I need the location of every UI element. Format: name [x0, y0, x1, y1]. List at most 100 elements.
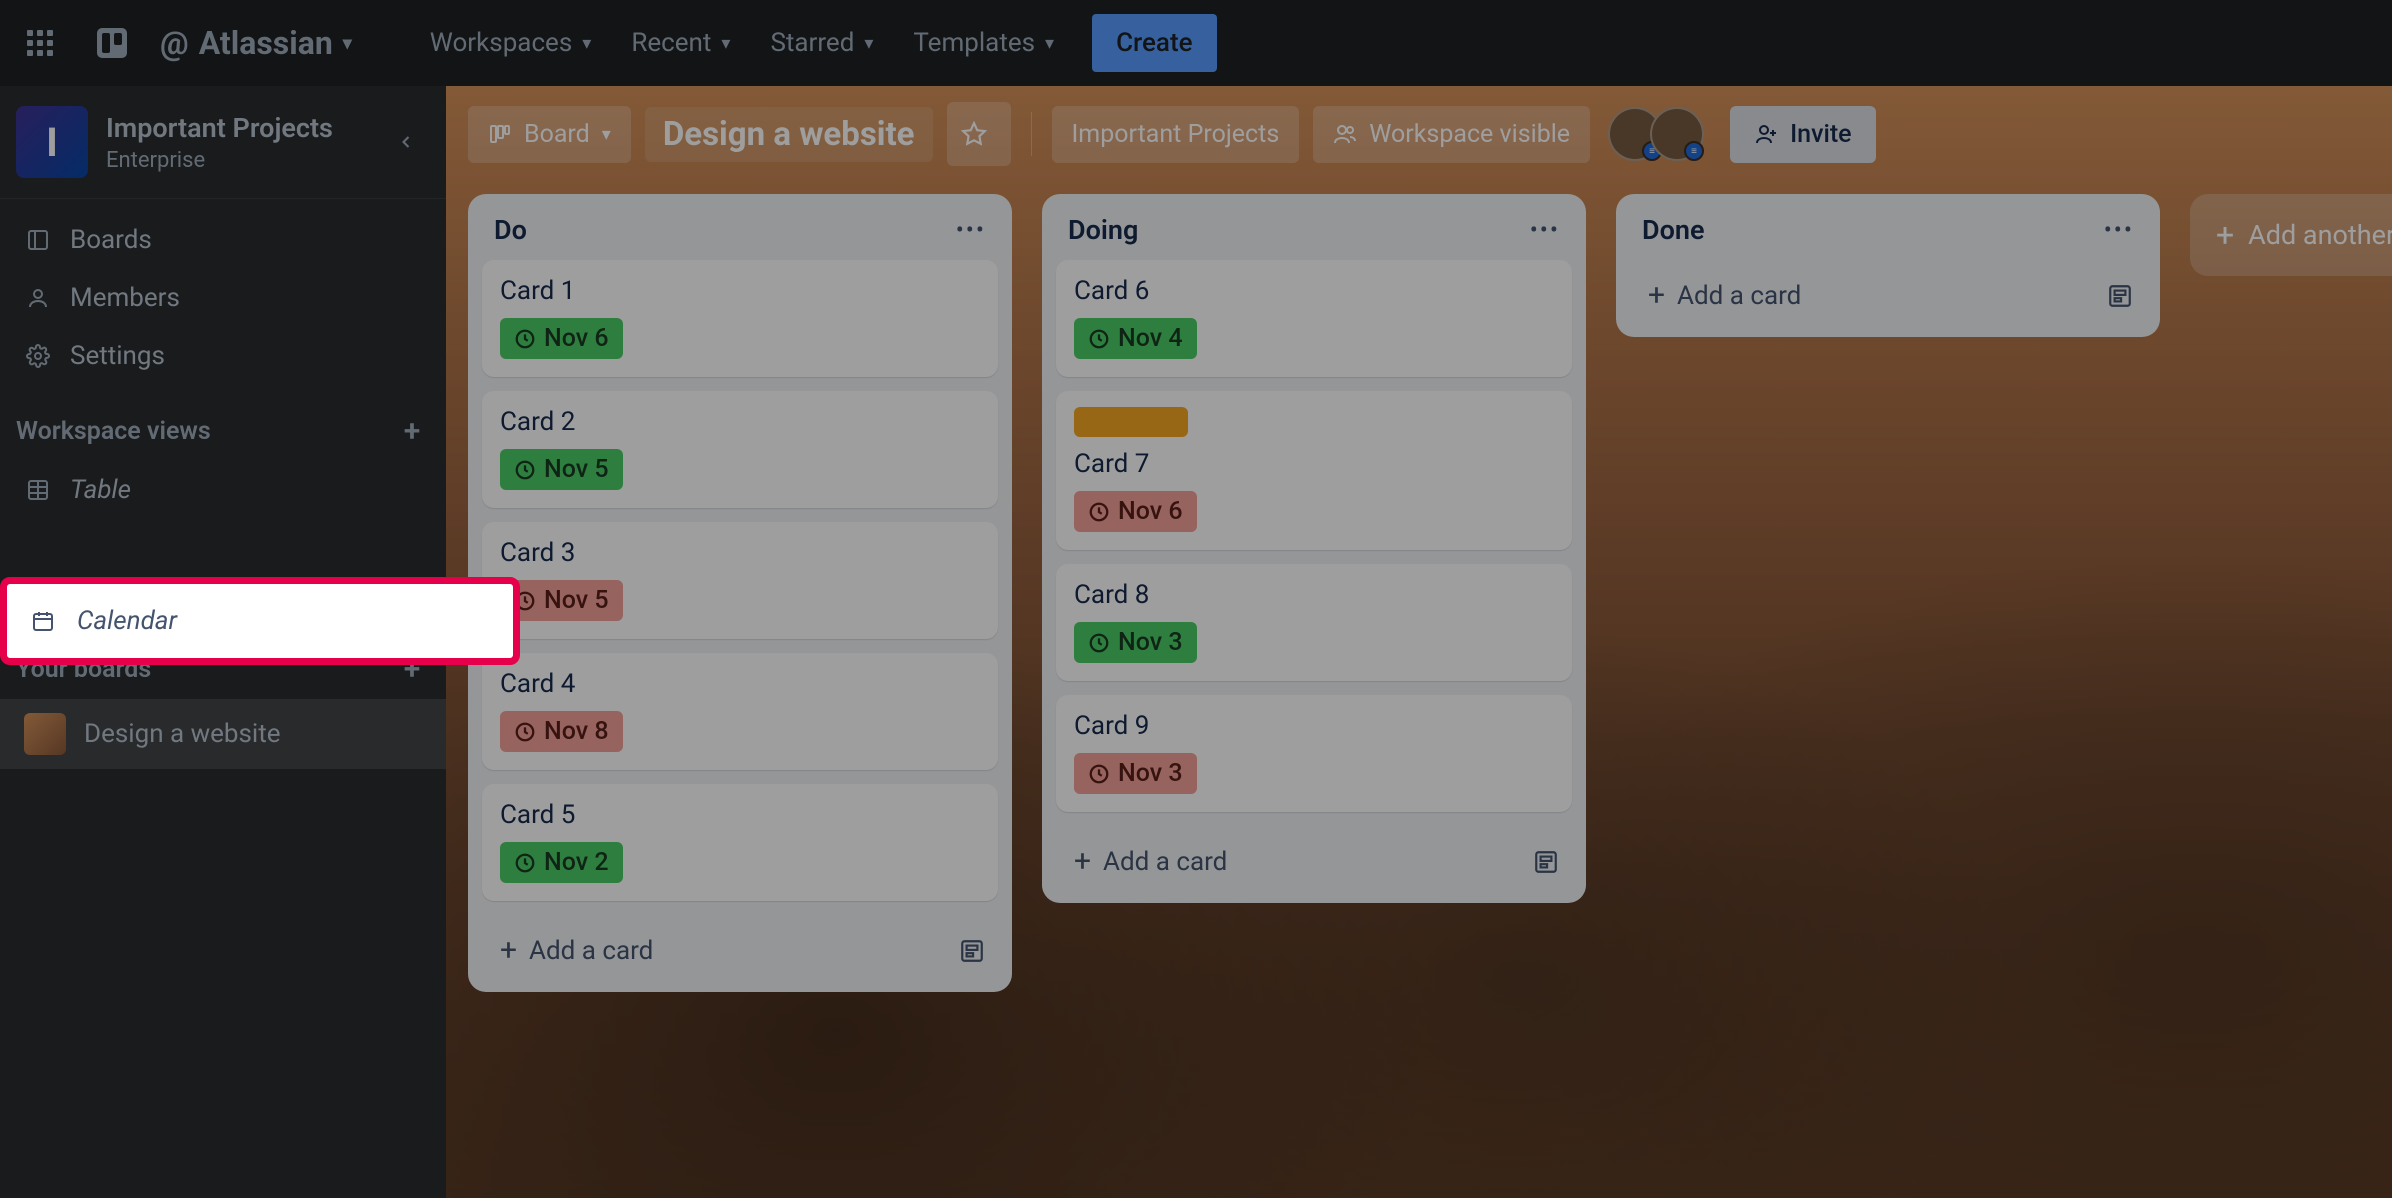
- card-template-button[interactable]: [1528, 844, 1564, 880]
- clock-icon: [514, 328, 536, 350]
- view-label: Board: [524, 120, 590, 149]
- workspace-link[interactable]: Important Projects: [1052, 106, 1300, 163]
- workspace-tier: Enterprise: [106, 148, 386, 173]
- list-header: Do •••: [482, 210, 998, 260]
- list-menu-button[interactable]: •••: [1530, 216, 1560, 244]
- template-icon: [2107, 283, 2133, 309]
- workspace-name: Important Projects: [106, 112, 386, 144]
- sidebar-board-item[interactable]: Design a website: [0, 699, 446, 769]
- list: Doing ••• Card 6 Nov 4 Card 7 Nov 6 Card…: [1042, 194, 1586, 903]
- card[interactable]: Card 6 Nov 4: [1056, 260, 1572, 377]
- clock-icon: [1088, 763, 1110, 785]
- lists-container: Do ••• Card 1 Nov 6 Card 2 Nov 5 Card 3 …: [446, 182, 2392, 1004]
- board-header: Board ▾ Design a website Important Proje…: [446, 86, 2392, 182]
- card[interactable]: Card 8 Nov 3: [1056, 564, 1572, 681]
- sidebar-collapse-button[interactable]: [386, 122, 426, 162]
- clock-icon: [1088, 501, 1110, 523]
- add-view-button[interactable]: +: [394, 413, 430, 449]
- card-title: Card 9: [1074, 711, 1554, 741]
- list-footer: +Add a card: [482, 915, 998, 978]
- due-date-badge: Nov 6: [1074, 491, 1197, 532]
- sidebar-item-label: Boards: [70, 225, 152, 255]
- card-title: Card 3: [500, 538, 980, 568]
- top-navbar: @Atlassian ▾ Workspaces▾ Recent▾ Starred…: [0, 0, 2392, 86]
- workspace-header: I Important Projects Enterprise: [0, 86, 446, 199]
- invite-button[interactable]: Invite: [1730, 106, 1876, 163]
- due-date-badge: Nov 4: [1074, 318, 1197, 359]
- apps-switcher-icon[interactable]: [16, 19, 64, 67]
- create-button[interactable]: Create: [1092, 14, 1216, 72]
- workspace-badge: I: [16, 106, 88, 178]
- board-thumbnail: [24, 713, 66, 755]
- card[interactable]: Card 5 Nov 2: [482, 784, 998, 901]
- card-title: Card 4: [500, 669, 980, 699]
- card-template-button[interactable]: [2102, 278, 2138, 314]
- card-title: Card 8: [1074, 580, 1554, 610]
- card-title: Card 7: [1074, 449, 1554, 479]
- chevron-down-icon: ▾: [343, 33, 352, 54]
- list-footer: +Add a card: [1056, 826, 1572, 889]
- nav-workspaces[interactable]: Workspaces▾: [416, 14, 606, 72]
- due-date-badge: Nov 3: [1074, 753, 1197, 794]
- add-card-button[interactable]: +Add a card: [1638, 270, 1811, 321]
- people-icon: [1333, 122, 1357, 146]
- card[interactable]: Card 4 Nov 8: [482, 653, 998, 770]
- board-title[interactable]: Design a website: [645, 107, 933, 162]
- nav-recent[interactable]: Recent▾: [617, 14, 744, 72]
- clock-icon: [1088, 328, 1110, 350]
- list: Do ••• Card 1 Nov 6 Card 2 Nov 5 Card 3 …: [468, 194, 1012, 992]
- table-icon: [24, 476, 52, 504]
- list-title[interactable]: Done: [1642, 214, 1704, 246]
- clock-icon: [514, 459, 536, 481]
- due-date-badge: Nov 3: [1074, 622, 1197, 663]
- brand-switcher[interactable]: @Atlassian ▾: [160, 24, 352, 62]
- card-template-button[interactable]: [954, 933, 990, 969]
- add-list-button[interactable]: +Add another list: [2190, 194, 2392, 276]
- invite-label: Invite: [1790, 120, 1852, 149]
- sidebar-item-label: Design a website: [84, 719, 281, 749]
- nav-starred-label: Starred: [770, 28, 854, 58]
- visibility-button[interactable]: Workspace visible: [1313, 106, 1590, 163]
- card-title: Card 6: [1074, 276, 1554, 306]
- heading-label: Workspace views: [16, 417, 211, 446]
- trello-logo-icon[interactable]: [88, 19, 136, 67]
- nav-starred[interactable]: Starred ▾: [756, 14, 887, 72]
- list-menu-button[interactable]: •••: [2104, 216, 2134, 244]
- board-view-switcher[interactable]: Board ▾: [468, 106, 631, 163]
- clock-icon: [514, 721, 536, 743]
- chevron-down-icon: ▾: [602, 124, 611, 145]
- sidebar-item-settings[interactable]: Settings: [0, 327, 446, 385]
- gear-icon: [24, 342, 52, 370]
- due-date-badge: Nov 6: [500, 318, 623, 359]
- add-card-button[interactable]: +Add a card: [1064, 836, 1237, 887]
- sidebar-item-boards[interactable]: Boards: [0, 211, 446, 269]
- sidebar-item-table[interactable]: Table: [0, 461, 446, 519]
- card[interactable]: Card 7 Nov 6: [1056, 391, 1572, 550]
- add-card-button[interactable]: +Add a card: [490, 925, 663, 976]
- star-board-button[interactable]: [947, 102, 1011, 166]
- card-title: Card 2: [500, 407, 980, 437]
- card[interactable]: Card 9 Nov 3: [1056, 695, 1572, 812]
- list-title[interactable]: Doing: [1068, 214, 1138, 246]
- nav-templates[interactable]: Templates▾: [899, 14, 1068, 72]
- sidebar-item-members[interactable]: Members: [0, 269, 446, 327]
- list-header: Done •••: [1630, 210, 2146, 260]
- avatar[interactable]: ≡: [1650, 107, 1704, 161]
- board-members[interactable]: ≡ ≡: [1608, 107, 1704, 161]
- members-icon: [24, 284, 52, 312]
- card[interactable]: Card 1 Nov 6: [482, 260, 998, 377]
- clock-icon: [514, 852, 536, 874]
- chevron-down-icon: ▾: [864, 33, 873, 54]
- sidebar-item-label: Table: [70, 475, 131, 505]
- chevron-down-icon: ▾: [721, 33, 730, 54]
- workspace-views-heading: Workspace views +: [0, 397, 446, 461]
- card[interactable]: Card 2 Nov 5: [482, 391, 998, 508]
- list-menu-button[interactable]: •••: [956, 216, 986, 244]
- list-title[interactable]: Do: [494, 214, 527, 246]
- sidebar-item-label: Calendar: [77, 606, 177, 636]
- card[interactable]: Card 3 Nov 5: [482, 522, 998, 639]
- due-date-badge: Nov 8: [500, 711, 623, 752]
- template-icon: [1533, 849, 1559, 875]
- sidebar-item-calendar-highlighted[interactable]: Calendar: [0, 577, 520, 665]
- list: Done ••• +Add a card: [1616, 194, 2160, 337]
